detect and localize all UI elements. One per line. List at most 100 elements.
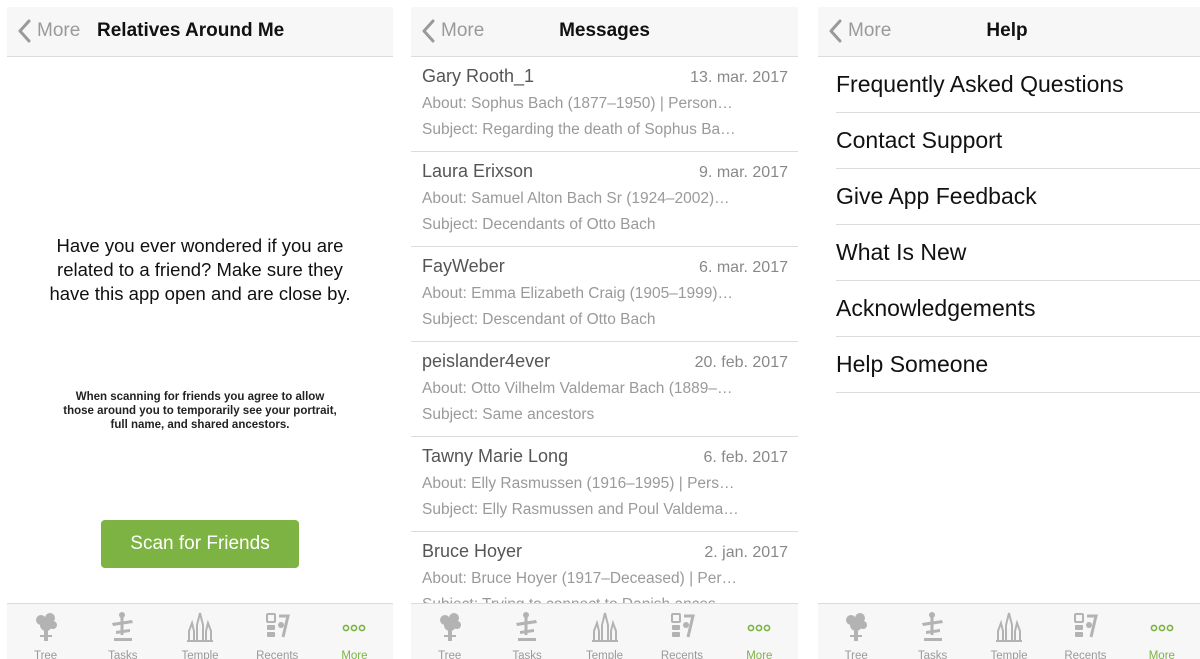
message-sender: FayWeber: [422, 256, 505, 276]
message-item[interactable]: Laura Erixson 9. mar. 2017 About: Samuel …: [411, 152, 798, 247]
tab-label: Temple: [181, 650, 219, 659]
tab-label: More: [1148, 650, 1175, 659]
back-label: More: [37, 20, 81, 41]
relatives-around-me-screen: More Relatives Around Me Have you ever w…: [7, 0, 393, 659]
message-about: About: Otto Vilhelm Valdemar Bach (1889–…: [422, 380, 733, 397]
chevron-left-icon: [18, 19, 31, 43]
message-sender: Laura Erixson: [422, 161, 534, 181]
message-subject: Subject: Same ancestors: [422, 406, 595, 423]
tab-label: Tasks: [917, 650, 948, 659]
message-date: 13. mar. 2017: [690, 69, 788, 86]
tab-tasks[interactable]: Tasks: [84, 604, 161, 659]
tab-bar: Tree Tasks Temple Recents More: [411, 603, 798, 659]
help-item-acknowledgements[interactable]: Acknowledgements: [836, 281, 1200, 337]
page-title: Relatives Around Me: [97, 20, 285, 41]
tab-tree[interactable]: Tree: [818, 604, 894, 659]
more-icon: [343, 624, 366, 632]
intro-text: Have you ever wondered if you are relate…: [49, 235, 351, 304]
help-item-contact-support[interactable]: Contact Support: [836, 113, 1200, 169]
message-about: About: Bruce Hoyer (1917–Deceased) | Per…: [422, 570, 738, 587]
navigation-bar: More Help: [818, 7, 1200, 57]
tab-label: Tree: [844, 650, 868, 659]
tab-bar: Tree Tasks Temple Recents More: [7, 603, 393, 659]
tab-label: Tree: [33, 650, 58, 659]
messages-screen: More Messages Gary Rooth_1 13. mar. 2017 …: [411, 0, 798, 659]
message-sender: Bruce Hoyer: [422, 541, 523, 561]
tab-label: Recents: [660, 650, 704, 659]
message-item[interactable]: FayWeber 6. mar. 2017 About: Emma Elizabe…: [411, 247, 798, 342]
navigation-bar: More Messages: [411, 7, 798, 57]
message-subject: Subject: Decendants of Otto Bach: [422, 216, 656, 233]
tab-label: More: [341, 650, 368, 659]
tab-tasks[interactable]: Tasks: [894, 604, 970, 659]
tasks-icon: [111, 612, 133, 641]
message-date: 9. mar. 2017: [699, 164, 788, 181]
message-about: About: Elly Rasmussen (1916–1995) | Pers…: [422, 475, 735, 492]
tab-more[interactable]: More: [721, 604, 798, 659]
page-title: Messages: [559, 20, 650, 41]
tab-more[interactable]: More: [1124, 604, 1200, 659]
message-date: 20. feb. 2017: [694, 354, 788, 371]
tasks-icon: [921, 612, 943, 641]
tab-label: Recents: [256, 650, 299, 659]
message-sender: Tawny Marie Long: [422, 446, 569, 466]
tab-tasks[interactable]: Tasks: [488, 604, 565, 659]
message-item[interactable]: peislander4ever 20. feb. 2017 About: Otto…: [411, 342, 798, 437]
message-subject: Subject: Descendant of Otto Bach: [422, 311, 656, 328]
page-title: Help: [986, 20, 1028, 41]
tab-recents[interactable]: Recents: [239, 604, 316, 659]
help-item-app-feedback[interactable]: Give App Feedback: [836, 169, 1200, 225]
navigation-bar: More Relatives Around Me: [7, 7, 393, 57]
tab-label: Recents: [1064, 650, 1107, 659]
more-icon: [1150, 624, 1174, 632]
message-subject: Subject: Regarding the death of Sophus B…: [422, 121, 736, 138]
message-about: About: Samuel Alton Bach Sr (1924–2002)…: [422, 190, 730, 207]
help-item-help-someone[interactable]: Help Someone: [836, 337, 1200, 393]
tab-temple[interactable]: Temple: [161, 604, 238, 659]
scan-for-friends-button[interactable]: Scan for Friends: [101, 520, 299, 568]
tree-icon: [846, 613, 868, 641]
tab-recents[interactable]: Recents: [1047, 604, 1123, 659]
tab-label: Temple: [990, 650, 1028, 659]
message-list[interactable]: Gary Rooth_1 13. mar. 2017 About: Sophus …: [411, 57, 798, 603]
help-screen: More Help Frequently Asked Questions Con…: [818, 0, 1200, 659]
back-button[interactable]: More: [17, 15, 80, 47]
temple-icon: [996, 612, 1023, 642]
recents-icon: [266, 613, 291, 638]
more-icon: [747, 624, 771, 632]
tab-tree[interactable]: Tree: [411, 604, 488, 659]
tab-more[interactable]: More: [316, 604, 393, 659]
recents-icon: [1074, 613, 1099, 638]
help-list: Frequently Asked Questions Contact Suppo…: [818, 57, 1200, 393]
temple-icon: [187, 612, 213, 642]
tab-temple[interactable]: Temple: [566, 604, 643, 659]
message-item[interactable]: Bruce Hoyer 2. jan. 2017 About: Bruce Hoy…: [411, 532, 798, 603]
tab-label: Tasks: [108, 650, 138, 659]
help-item-faq[interactable]: Frequently Asked Questions: [836, 57, 1200, 113]
message-subject: Subject: Elly Rasmussen and Poul Valdema…: [422, 501, 739, 518]
tab-label: Tasks: [512, 650, 542, 659]
message-about: About: Emma Elizabeth Craig (1905–1999)…: [422, 285, 734, 302]
tab-tree[interactable]: Tree: [7, 604, 84, 659]
tab-bar: Tree Tasks Temple Recents More: [818, 603, 1200, 659]
message-sender: peislander4ever: [422, 351, 551, 371]
tree-icon: [439, 613, 461, 641]
recents-icon: [670, 613, 695, 638]
tab-label: Tree: [438, 650, 462, 659]
message-item[interactable]: Tawny Marie Long 6. feb. 2017 About: Elly…: [411, 437, 798, 532]
tab-label: Temple: [585, 650, 624, 659]
tab-recents[interactable]: Recents: [643, 604, 720, 659]
message-about: About: Sophus Bach (1877–1950) | Person…: [422, 95, 733, 112]
tree-icon: [35, 613, 57, 641]
message-sender: Gary Rooth_1: [422, 66, 535, 86]
tab-temple[interactable]: Temple: [971, 604, 1047, 659]
message-subject: Subject: Trying to connect to Danish anc…: [422, 592, 788, 603]
message-item[interactable]: Gary Rooth_1 13. mar. 2017 About: Sophus …: [411, 57, 798, 152]
help-item-what-is-new[interactable]: What Is New: [836, 225, 1200, 281]
tasks-icon: [516, 612, 538, 641]
message-date: 6. feb. 2017: [703, 449, 788, 466]
tab-label: More: [746, 650, 773, 659]
message-date: 2. jan. 2017: [704, 544, 788, 561]
consent-text: When scanning for friends you agree to a…: [63, 391, 337, 431]
message-date: 6. mar. 2017: [699, 259, 788, 276]
